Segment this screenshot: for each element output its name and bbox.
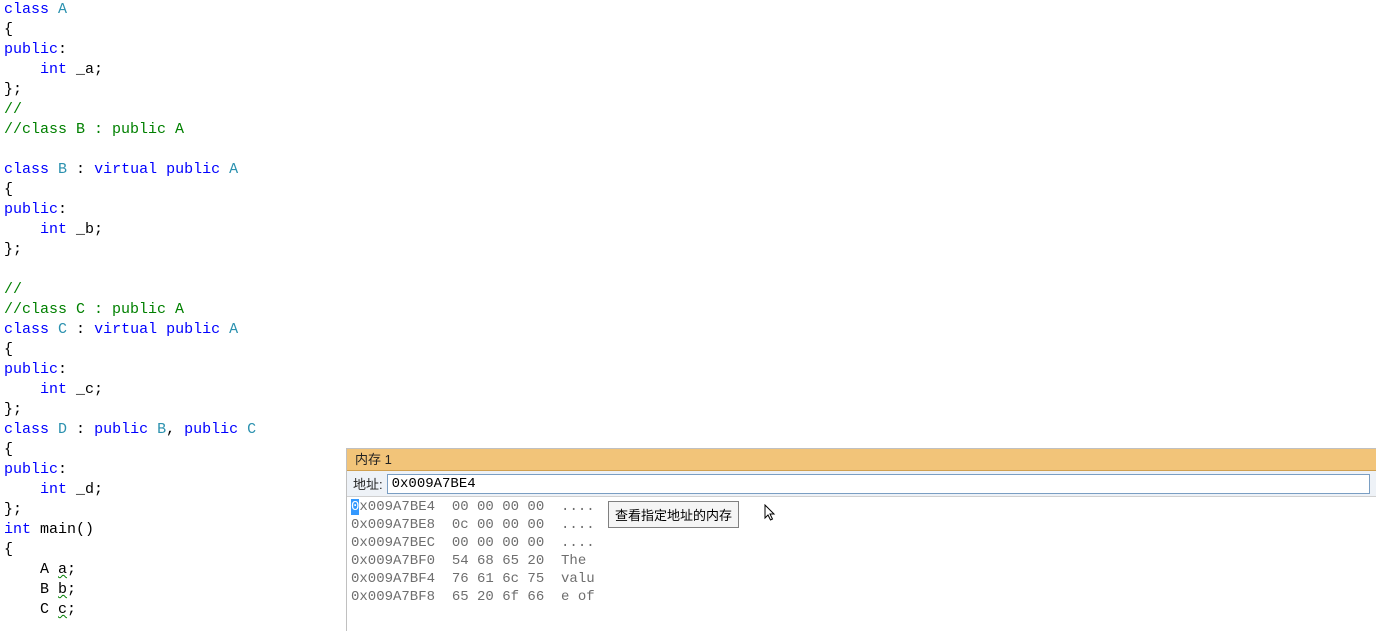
- code-token: (): [76, 521, 94, 538]
- code-token: A: [4, 561, 58, 578]
- code-token: //: [4, 101, 22, 118]
- code-token: ;: [67, 561, 76, 578]
- code-token: int: [40, 381, 67, 398]
- code-token: B: [4, 581, 58, 598]
- code-token: ,: [166, 421, 184, 438]
- memory-panel: 内存 1 地址: 0x009A7BE4 00 00 00 00 ....0x00…: [346, 448, 1376, 631]
- code-token: public: [94, 421, 148, 438]
- code-token: A: [58, 1, 67, 18]
- code-token: int: [40, 221, 67, 238]
- code-token: class: [4, 161, 49, 178]
- code-token: C: [247, 421, 256, 438]
- memory-row[interactable]: 0x009A7BF4 76 61 6c 75 valu: [351, 570, 1372, 588]
- code-token: };: [4, 501, 22, 518]
- code-token: class: [4, 421, 49, 438]
- code-token: _d;: [67, 481, 103, 498]
- code-token: :: [67, 421, 94, 438]
- code-token: b: [58, 581, 67, 598]
- memory-row[interactable]: 0x009A7BF0 54 68 65 20 The: [351, 552, 1372, 570]
- code-token: {: [4, 541, 13, 558]
- code-token: int: [40, 61, 67, 78]
- code-token: _b;: [67, 221, 103, 238]
- memory-row[interactable]: 0x009A7BE4 00 00 00 00 ....: [351, 498, 1372, 516]
- memory-row[interactable]: 0x009A7BF8 65 20 6f 66 e of: [351, 588, 1372, 606]
- memory-address-input[interactable]: [387, 474, 1370, 494]
- code-token: };: [4, 241, 22, 258]
- memory-row[interactable]: 0x009A7BE8 0c 00 00 00 ....: [351, 516, 1372, 534]
- code-token: _a;: [67, 61, 103, 78]
- code-token: public: [166, 161, 220, 178]
- code-token: class: [4, 1, 49, 18]
- memory-tooltip: 查看指定地址的内存: [608, 501, 739, 528]
- code-token: public: [4, 361, 58, 378]
- code-token: {: [4, 181, 13, 198]
- code-token: ;: [67, 601, 76, 618]
- code-token: :: [58, 461, 67, 478]
- code-token: B: [157, 421, 166, 438]
- code-token: public: [166, 321, 220, 338]
- code-token: //class C : public A: [4, 301, 184, 318]
- memory-address-bar: 地址:: [347, 471, 1376, 497]
- code-token: :: [58, 361, 67, 378]
- memory-row[interactable]: 0x009A7BEC 00 00 00 00 ....: [351, 534, 1372, 552]
- memory-address-label: 地址:: [353, 474, 383, 493]
- code-token: :: [67, 321, 94, 338]
- code-token: {: [4, 341, 13, 358]
- code-token: public: [184, 421, 238, 438]
- code-token: public: [4, 461, 58, 478]
- code-token: {: [4, 21, 13, 38]
- code-token: main: [40, 521, 76, 538]
- code-token: [4, 481, 40, 498]
- code-token: _c;: [67, 381, 103, 398]
- code-token: :: [58, 201, 67, 218]
- code-token: };: [4, 81, 22, 98]
- code-token: a: [58, 561, 67, 578]
- memory-hex-view[interactable]: 0x009A7BE4 00 00 00 00 ....0x009A7BE8 0c…: [347, 497, 1376, 607]
- code-token: B: [58, 161, 67, 178]
- code-token: C: [58, 321, 67, 338]
- code-token: :: [67, 161, 94, 178]
- code-token: ;: [67, 581, 76, 598]
- code-token: A: [229, 161, 238, 178]
- code-token: C: [4, 601, 58, 618]
- code-token: [4, 381, 40, 398]
- code-token: //: [4, 281, 22, 298]
- code-token: c: [58, 601, 67, 618]
- code-token: };: [4, 401, 22, 418]
- memory-panel-title: 内存 1: [347, 449, 1376, 471]
- code-token: class: [4, 321, 49, 338]
- code-token: int: [4, 521, 31, 538]
- code-token: [4, 221, 40, 238]
- code-token: {: [4, 441, 13, 458]
- code-token: public: [4, 201, 58, 218]
- code-token: public: [4, 41, 58, 58]
- code-token: :: [58, 41, 67, 58]
- code-token: [4, 61, 40, 78]
- code-token: virtual: [94, 321, 157, 338]
- code-token: D: [58, 421, 67, 438]
- code-token: //class B : public A: [4, 121, 184, 138]
- code-token: A: [229, 321, 238, 338]
- code-token: int: [40, 481, 67, 498]
- code-token: virtual: [94, 161, 157, 178]
